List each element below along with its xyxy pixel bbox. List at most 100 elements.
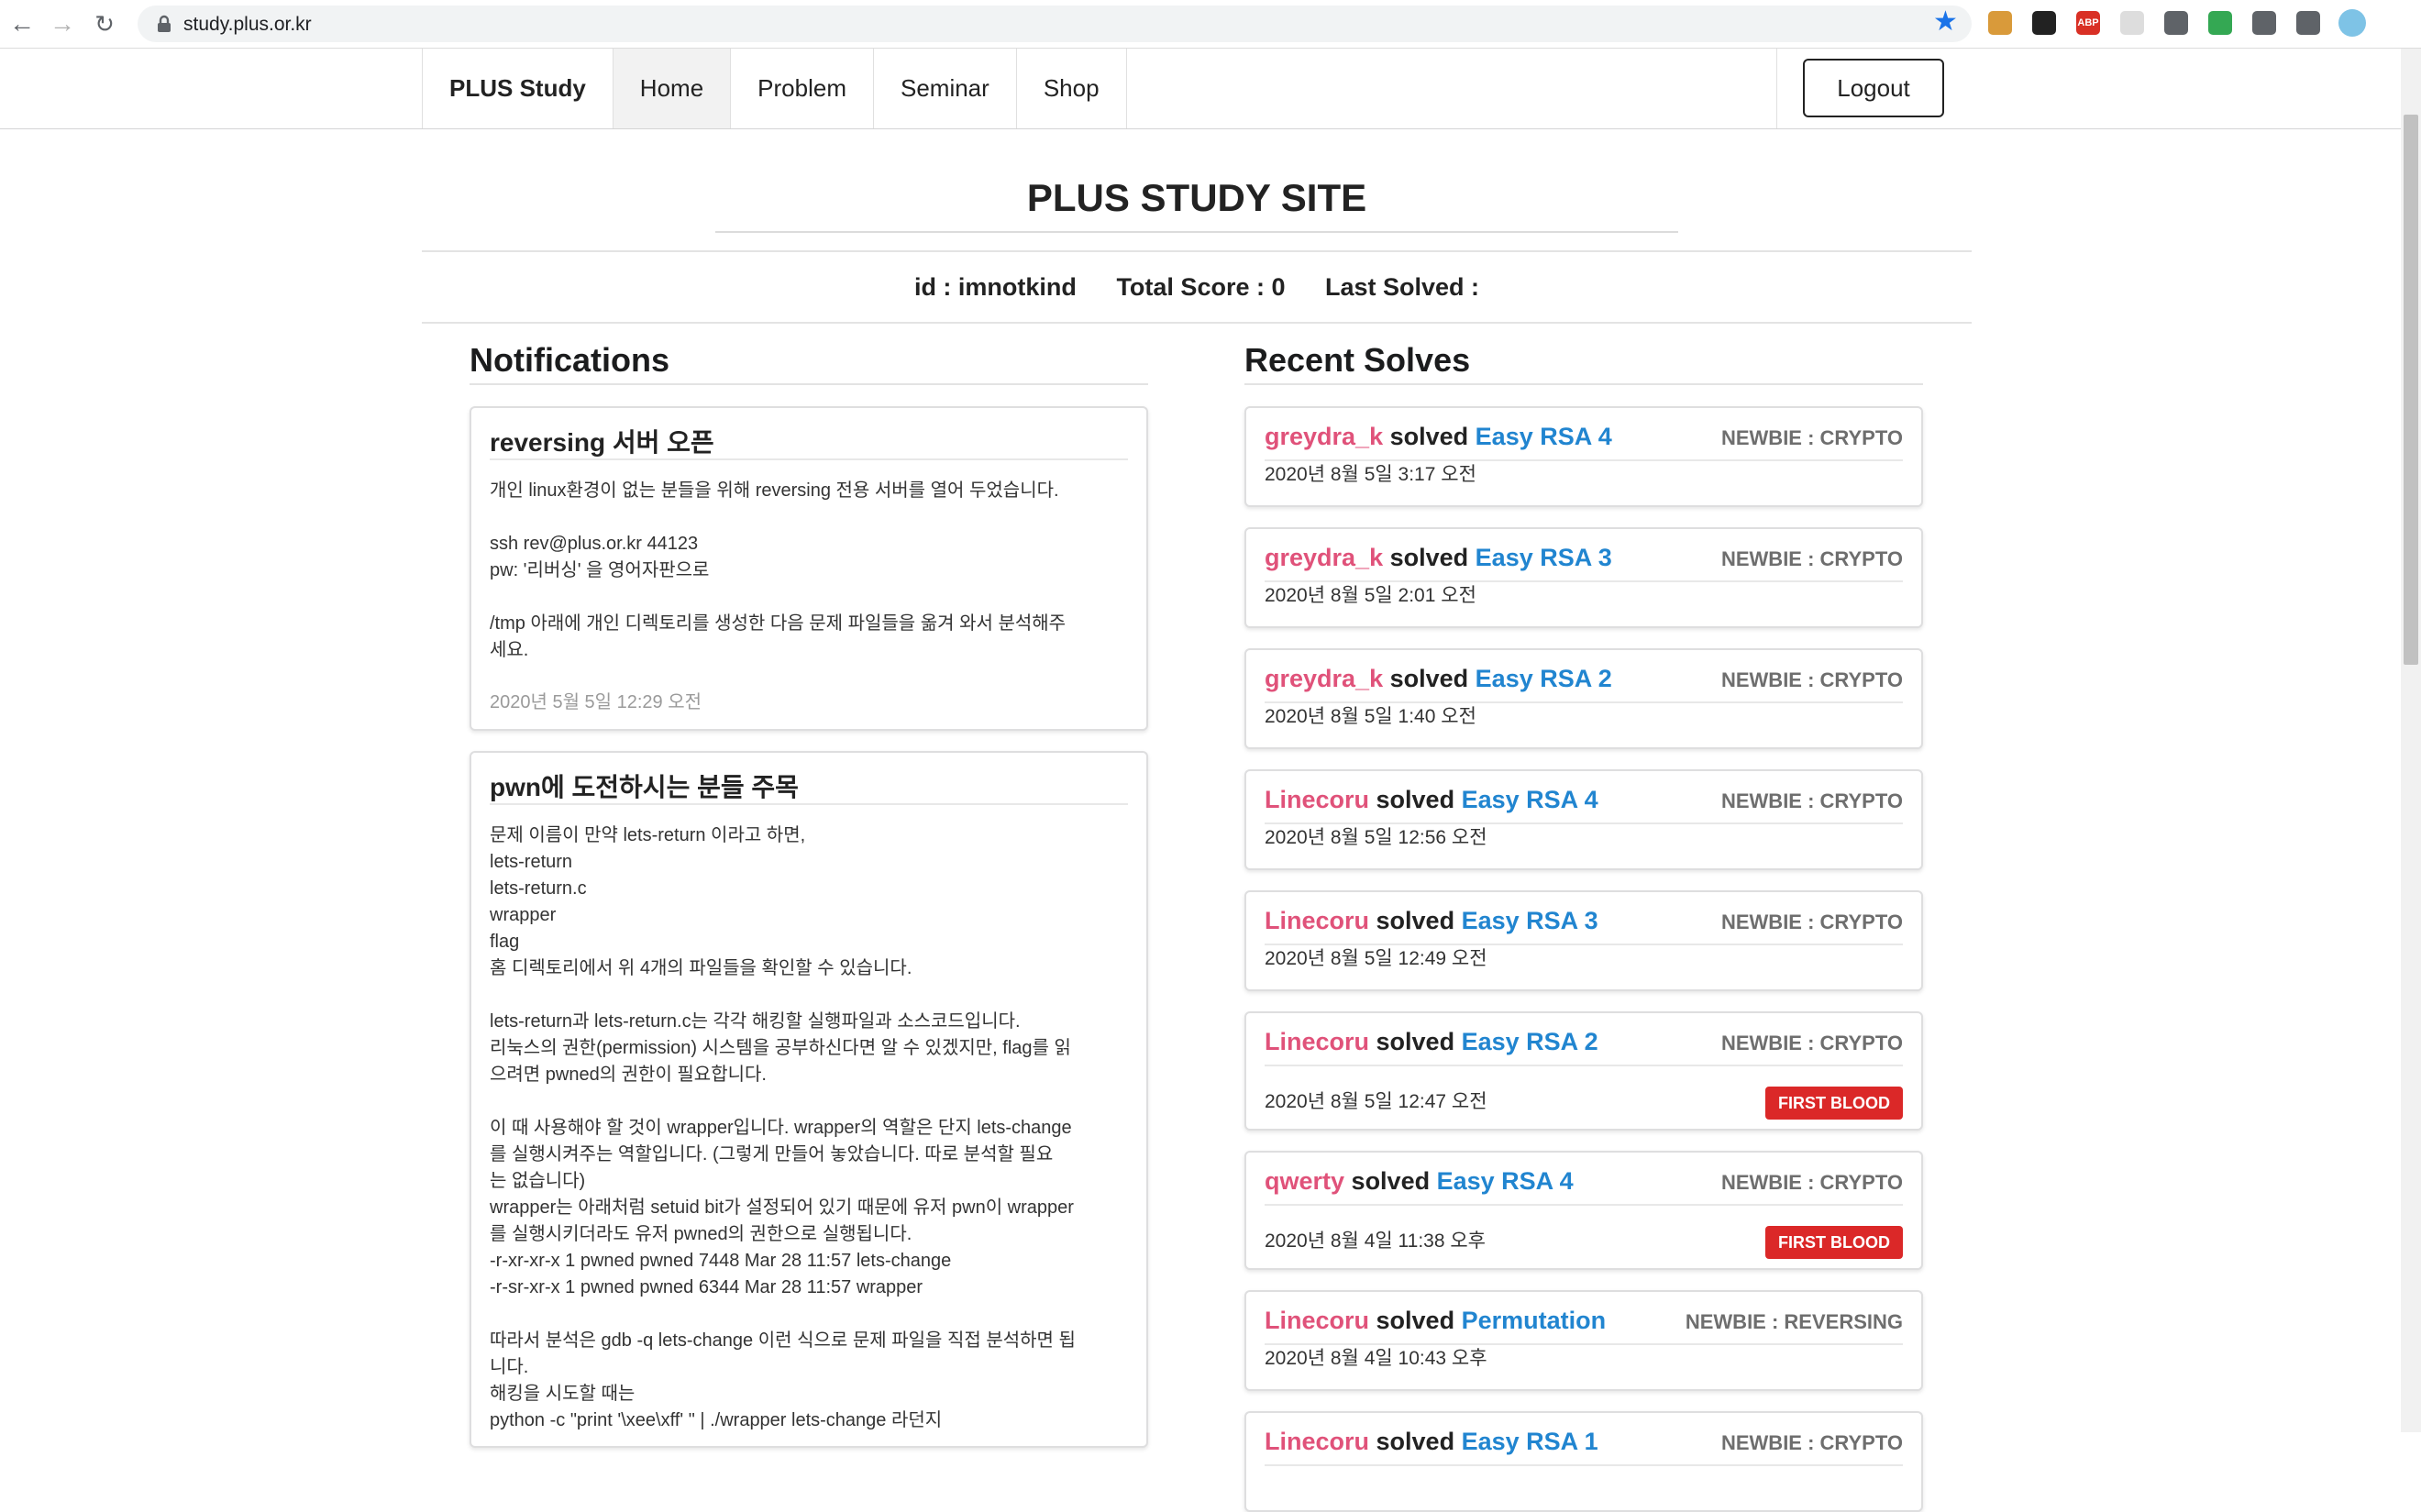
notification-line	[490, 1088, 1128, 1115]
solver-name-link[interactable]: Linecoru	[1265, 786, 1369, 813]
solve-divider	[1265, 1065, 1903, 1066]
solve-line: greydra_k solved Easy RSA 3	[1265, 544, 1612, 572]
nav-right-zone: Logout	[1776, 49, 1971, 128]
notification-line: 니다.	[490, 1357, 529, 1377]
address-bar[interactable]: study.plus.or.kr	[138, 6, 1972, 42]
solve-date: 2020년 8월 4일 10:43 오후	[1265, 1348, 1487, 1369]
reload-icon[interactable]: ↻	[90, 9, 119, 39]
solve-divider	[1265, 1204, 1903, 1206]
back-arrow-icon[interactable]: ←	[7, 9, 37, 39]
problem-name-link[interactable]: Permutation	[1462, 1307, 1607, 1334]
notification-line: 이 때 사용해야 할 것이 wrapper입니다. wrapper의 역할은 단…	[490, 1118, 1072, 1138]
adblock-ext-icon[interactable]: ABP	[2076, 11, 2100, 35]
solved-word: solved	[1376, 907, 1455, 934]
recent-solves-divider	[1244, 383, 1923, 385]
solver-name-link[interactable]: Linecoru	[1265, 1307, 1369, 1334]
profile-avatar[interactable]	[2338, 9, 2366, 37]
playlist-icon[interactable]	[2296, 11, 2320, 35]
solve-line: qwerty solved Easy RSA 4	[1265, 1167, 1574, 1196]
page-scrollbar[interactable]	[2401, 49, 2421, 1432]
problem-category: NEWBIE : CRYPTO	[1720, 911, 1903, 933]
notification-line: wrapper	[490, 905, 557, 925]
problem-name-link[interactable]: Easy RSA 4	[1476, 423, 1612, 450]
notification-line: 으려면 pwned의 권한이 필요합니다.	[490, 1065, 767, 1085]
solve-card: Linecoru solved Easy RSA 3 NEWBIE : CRYPT…	[1244, 890, 1923, 991]
user-id: id : imnotkind	[913, 273, 1077, 301]
solver-name-link[interactable]: Linecoru	[1265, 907, 1369, 934]
page-title: PLUS STUDY SITE	[1026, 176, 1367, 219]
notification-line: python -c "print '\xee\xff' " | ./wrappe…	[490, 1410, 943, 1430]
url-text: study.plus.or.kr	[183, 14, 312, 35]
notification-title: pwn에 도전하시는 분들 주목	[490, 773, 799, 801]
problem-category: NEWBIE : CRYPTO	[1720, 547, 1903, 570]
problem-name-link[interactable]: Easy RSA 2	[1462, 1028, 1598, 1055]
problem-name-link[interactable]: Easy RSA 4	[1462, 786, 1598, 813]
shield-ext-icon[interactable]	[2208, 11, 2232, 35]
solve-card: Linecoru solved Easy RSA 4 NEWBIE : CRYPT…	[1244, 769, 1923, 870]
first-blood-badge: FIRST BLOOD	[1765, 1226, 1903, 1259]
notification-line: 따라서 분석은 gdb -q lets-change 이런 식으로 문제 파일을…	[490, 1330, 1076, 1351]
solve-card: Linecoru solved Permutation NEWBIE : REVE…	[1244, 1290, 1923, 1391]
brand-link[interactable]: PLUS Study	[423, 49, 614, 128]
forward-arrow-icon[interactable]: →	[48, 9, 77, 39]
solved-word: solved	[1389, 544, 1469, 571]
solve-line: greydra_k solved Easy RSA 2	[1265, 665, 1612, 693]
site-navbar: PLUS Study Home Problem Seminar Shop Log…	[0, 49, 2401, 129]
solve-line: Linecoru solved Easy RSA 3	[1265, 907, 1598, 935]
nav-shop[interactable]: Shop	[1017, 49, 1127, 128]
notification-line: 세요.	[490, 640, 529, 660]
solved-word: solved	[1389, 423, 1469, 450]
problem-name-link[interactable]: Easy RSA 2	[1476, 665, 1612, 692]
notification-line	[490, 584, 1128, 611]
problem-name-link[interactable]: Easy RSA 4	[1437, 1167, 1574, 1195]
notification-line: 문제 이름이 만약 lets-return 이라고 하면,	[490, 825, 806, 845]
nav-home[interactable]: Home	[613, 49, 732, 128]
recent-solves-heading: Recent Solves	[1244, 341, 1471, 379]
problem-name-link[interactable]: Easy RSA 3	[1462, 907, 1598, 934]
lock-icon	[158, 15, 171, 32]
problem-category: NEWBIE : CRYPTO	[1720, 789, 1903, 812]
v-ext-icon[interactable]	[2164, 11, 2188, 35]
solver-name-link[interactable]: qwerty	[1265, 1167, 1344, 1195]
solve-card: Linecoru solved Easy RSA 1 NEWBIE : CRYPT…	[1244, 1411, 1923, 1512]
logout-button[interactable]: Logout	[1803, 59, 1944, 117]
blank-ext-icon[interactable]	[2120, 11, 2144, 35]
notifications-heading: Notifications	[470, 341, 670, 379]
solved-word: solved	[1376, 786, 1455, 813]
solved-word: solved	[1389, 665, 1469, 692]
title-divider	[715, 231, 1678, 233]
problem-category: NEWBIE : CRYPTO	[1720, 668, 1903, 691]
solve-date: 2020년 8월 5일 12:56 오전	[1265, 827, 1487, 848]
solve-line: Linecoru solved Permutation	[1265, 1307, 1606, 1335]
solve-divider	[1265, 1464, 1903, 1466]
last-solved: Last Solved :	[1325, 273, 1480, 301]
cookie-ext-icon[interactable]	[1988, 11, 2012, 35]
notification-line: pw: '리버싱' 을 영어자판으로	[490, 560, 710, 580]
nav-problem[interactable]: Problem	[731, 49, 874, 128]
solver-name-link[interactable]: Linecoru	[1265, 1028, 1369, 1055]
notification-card: reversing 서버 오픈 개인 linux환경이 없는 분들을 위해 re…	[470, 406, 1148, 731]
notification-divider	[490, 803, 1128, 805]
notification-line: lets-return과 lets-return.c는 각각 해킹할 실행파일과…	[490, 1011, 1021, 1032]
solved-word: solved	[1376, 1028, 1455, 1055]
solved-word: solved	[1351, 1167, 1431, 1195]
notification-line: lets-return	[490, 852, 573, 872]
notification-title: reversing 서버 오픈	[490, 428, 714, 457]
glasses-ext-icon[interactable]	[2032, 11, 2056, 35]
solver-name-link[interactable]: greydra_k	[1265, 544, 1383, 571]
notification-line: /tmp 아래에 개인 디렉토리를 생성한 다음 문제 파일들을 옮겨 와서 분…	[490, 613, 1067, 634]
puzzle-ext-icon[interactable]	[2252, 11, 2276, 35]
notification-body: 문제 이름이 만약 lets-return 이라고 하면, lets-return…	[490, 822, 1128, 1434]
bookmark-star-icon[interactable]: ★	[1933, 6, 1958, 38]
solver-name-link[interactable]: greydra_k	[1265, 423, 1383, 450]
solve-date: 2020년 8월 4일 11:38 오후	[1265, 1231, 1487, 1252]
notification-date: 2020년 5월 5일 12:29 오전	[490, 692, 702, 712]
notification-line: flag	[490, 932, 520, 952]
scrollbar-thumb[interactable]	[2404, 115, 2418, 665]
problem-name-link[interactable]: Easy RSA 3	[1476, 544, 1612, 571]
solver-name-link[interactable]: greydra_k	[1265, 665, 1383, 692]
nav-seminar[interactable]: Seminar	[874, 49, 1017, 128]
notification-line	[490, 982, 1128, 1009]
solve-date: 2020년 8월 5일 1:40 오전	[1265, 706, 1476, 727]
header-divider-top	[422, 250, 1972, 252]
